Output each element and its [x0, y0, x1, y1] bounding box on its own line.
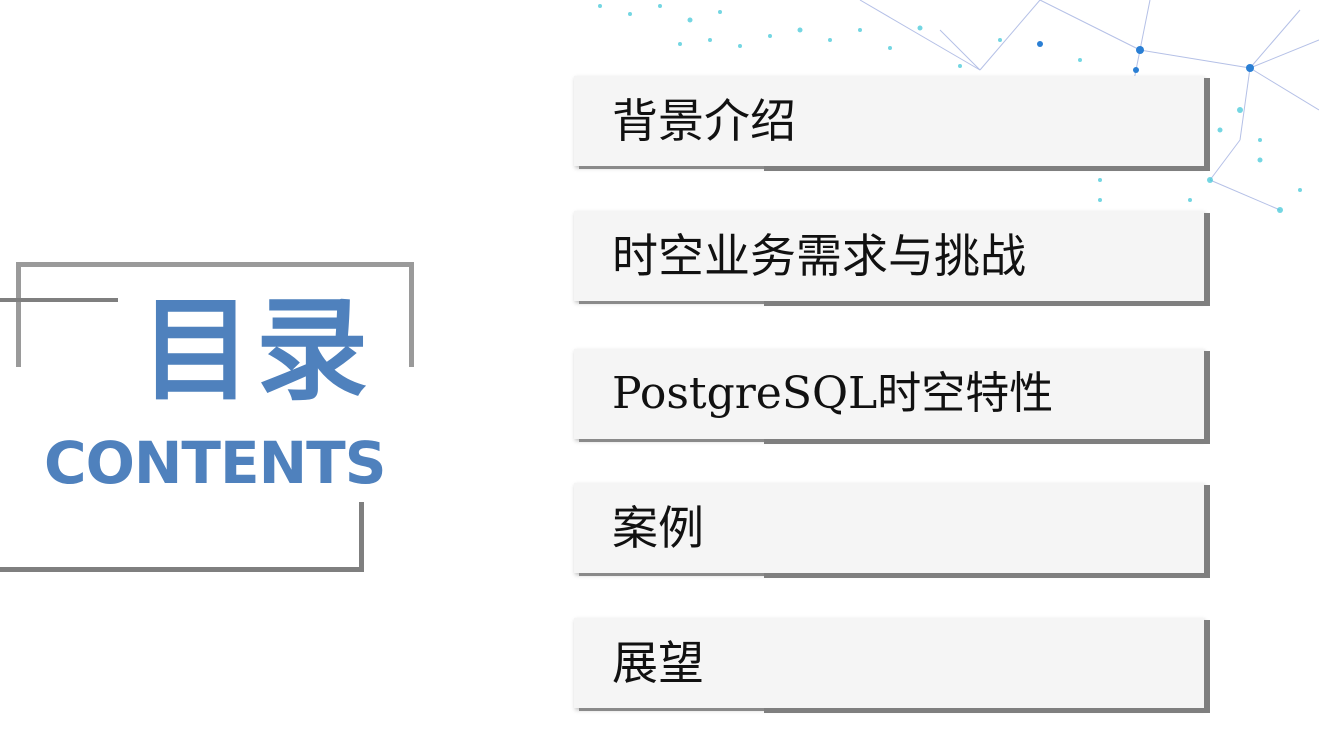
menu-item-label: 展望 — [612, 636, 704, 690]
menu-item-label: 背景介绍 — [612, 94, 796, 148]
frame-right-line — [409, 262, 414, 367]
page-title: 目录 — [140, 286, 372, 416]
frame-accent-line — [0, 298, 118, 302]
menu-item-shadow-bar — [764, 708, 1210, 713]
menu-item-label: 案例 — [612, 501, 704, 555]
menu-item-shadow-bar — [764, 439, 1210, 444]
menu-item-shadow-bar — [764, 301, 1210, 306]
menu-item-postgresql[interactable]: PostgreSQL时空特性 — [574, 349, 1210, 444]
title-block: 目录 CONTENTS — [0, 0, 480, 738]
frame-bottom-line — [0, 567, 364, 572]
menu-item-outlook[interactable]: 展望 — [574, 618, 1210, 713]
menu-item-label: PostgreSQL时空特性 — [612, 368, 1054, 419]
menu-item-requirements[interactable]: 时空业务需求与挑战 — [574, 211, 1210, 306]
page-subtitle: CONTENTS — [44, 429, 386, 497]
menu-item-background[interactable]: 背景介绍 — [574, 76, 1210, 171]
frame-top-line — [16, 262, 414, 267]
frame-left-line — [16, 262, 21, 367]
menu-item-shadow-bar — [764, 573, 1210, 578]
menu-item-label: 时空业务需求与挑战 — [612, 229, 1026, 283]
menu-item-shadow-bar — [764, 166, 1210, 171]
menu-item-cases[interactable]: 案例 — [574, 483, 1210, 578]
frame-bottom-right-line — [359, 502, 364, 572]
